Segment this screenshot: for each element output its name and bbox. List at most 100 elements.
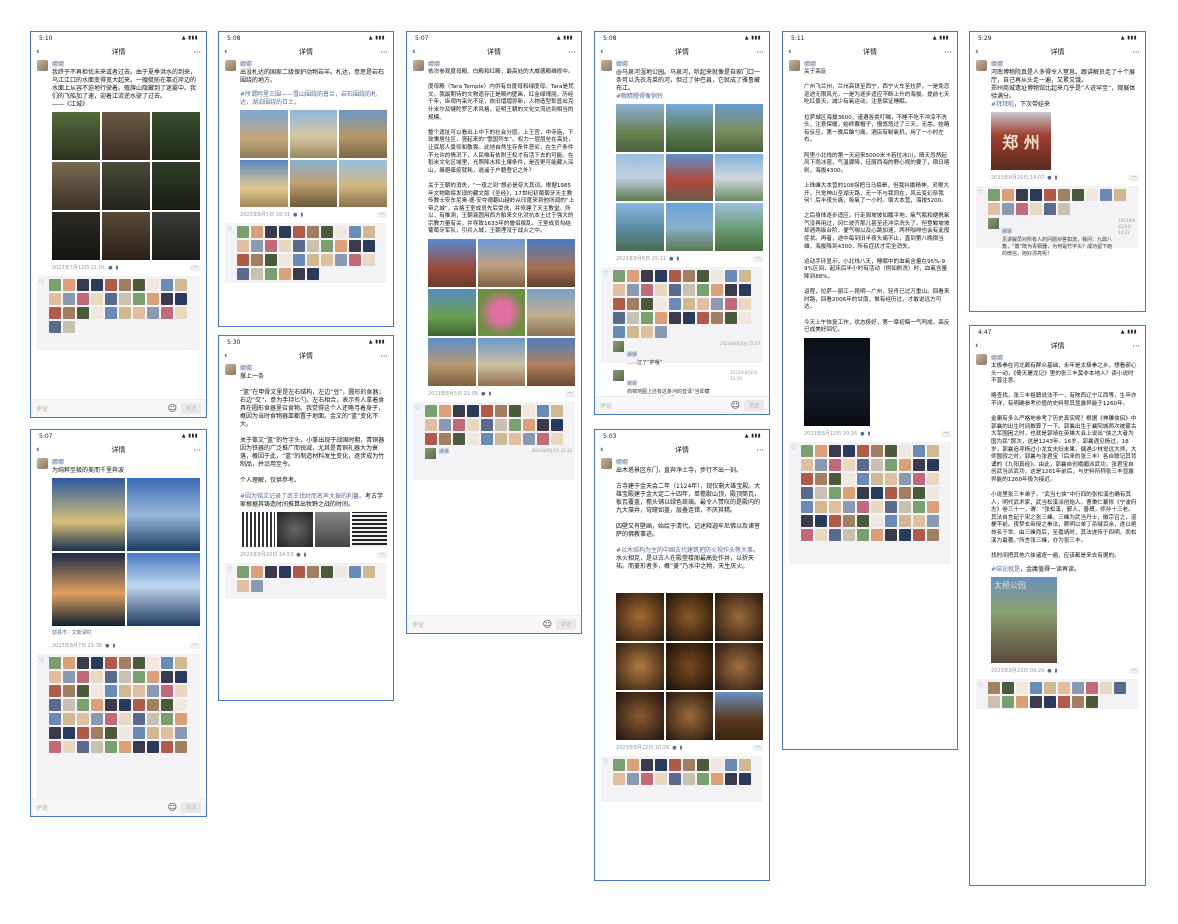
liker-avatar[interactable]	[175, 657, 187, 669]
liker-avatar[interactable]	[453, 405, 465, 418]
liker-avatar[interactable]	[147, 293, 159, 305]
liker-avatar[interactable]	[133, 713, 145, 725]
liker-avatar[interactable]	[829, 472, 841, 485]
liker-avatar[interactable]	[1072, 189, 1084, 201]
liker-avatar[interactable]	[725, 312, 737, 325]
liker-avatar[interactable]	[885, 486, 897, 499]
liker-avatar[interactable]	[641, 773, 653, 786]
action-menu-button[interactable]: ··	[377, 552, 387, 559]
delete-icon[interactable]: ▮	[300, 211, 303, 219]
liker-avatar[interactable]	[63, 671, 75, 683]
liker-avatar[interactable]	[1002, 189, 1014, 201]
liker-avatar[interactable]	[927, 528, 939, 541]
liker-avatar[interactable]	[147, 671, 159, 683]
liker-avatar[interactable]	[77, 713, 89, 725]
liker-avatar[interactable]	[1100, 189, 1112, 201]
emoji-icon[interactable]: ☺	[731, 401, 740, 411]
liker-avatar[interactable]	[697, 284, 709, 297]
liker-avatar[interactable]	[49, 657, 61, 669]
photo[interactable]	[428, 288, 476, 337]
delete-icon[interactable]: ▮	[676, 255, 679, 263]
liker-avatar[interactable]	[1030, 696, 1042, 709]
liker-avatar[interactable]	[683, 298, 695, 311]
hashtag-link[interactable]: #所谓阿里三围——雪山围绕的普兰，岩石围绕的札达，湖泊围绕的日土。	[240, 91, 377, 106]
action-menu-button[interactable]: ··	[1129, 668, 1139, 675]
hashtag-link[interactable]: #结论就是	[991, 566, 1020, 573]
photo[interactable]	[152, 112, 200, 160]
more-icon[interactable]: ···	[376, 48, 388, 57]
liker-avatar[interactable]	[697, 270, 709, 283]
liker-avatar[interactable]	[147, 727, 159, 739]
photo[interactable]	[52, 212, 100, 260]
photo[interactable]	[428, 239, 476, 287]
liker-avatar[interactable]	[251, 580, 263, 593]
liker-avatar[interactable]	[641, 312, 653, 325]
liker-avatar[interactable]	[467, 405, 479, 418]
liker-avatar[interactable]	[627, 759, 639, 772]
liker-avatar[interactable]	[739, 270, 751, 283]
liker-avatar[interactable]	[627, 312, 639, 325]
liker-avatar[interactable]	[335, 240, 347, 253]
liker-avatar[interactable]	[49, 321, 61, 333]
liker-avatar[interactable]	[843, 444, 855, 457]
liker-avatar[interactable]	[91, 727, 103, 739]
emoji-icon[interactable]: ☺	[543, 620, 552, 630]
photo[interactable]	[477, 239, 526, 287]
liker-avatar[interactable]	[119, 279, 131, 291]
liker-avatar[interactable]	[237, 226, 249, 239]
liker-avatar[interactable]	[363, 226, 375, 239]
photo[interactable]	[527, 239, 576, 287]
liker-avatar[interactable]	[77, 279, 89, 291]
liker-avatar[interactable]	[801, 444, 813, 457]
photo[interactable]	[240, 110, 288, 158]
back-icon[interactable]: ‹	[36, 47, 48, 57]
photo[interactable]	[127, 478, 200, 551]
liker-avatar[interactable]	[1072, 682, 1084, 695]
liker-avatar[interactable]	[161, 657, 173, 669]
liker-avatar[interactable]	[537, 433, 549, 446]
liker-avatar[interactable]	[697, 312, 709, 325]
photo[interactable]	[52, 478, 125, 551]
liker-avatar[interactable]	[613, 773, 625, 786]
liker-avatar[interactable]	[913, 514, 925, 527]
action-menu-button[interactable]: ··	[941, 430, 951, 437]
more-icon[interactable]: ···	[1128, 342, 1140, 351]
liker-avatar[interactable]	[91, 713, 103, 725]
hashtag-link[interactable]: #眼睛瞪得像铜铃	[616, 93, 663, 100]
liker-avatar[interactable]	[697, 298, 709, 311]
liker-avatar[interactable]	[119, 685, 131, 697]
action-menu-button[interactable]: ··	[190, 265, 200, 271]
liker-avatar[interactable]	[871, 486, 883, 499]
liker-avatar[interactable]	[927, 458, 939, 471]
liker-avatar[interactable]	[988, 189, 1000, 201]
liker-avatar[interactable]	[105, 713, 117, 725]
liker-avatar[interactable]	[105, 685, 117, 697]
liker-avatar[interactable]	[147, 741, 159, 753]
delete-icon[interactable]: ▮	[868, 430, 871, 438]
hashtag-link[interactable]: #以木结构为主的中国古代建筑把防火视作头等大事。	[616, 547, 759, 554]
avatar[interactable]	[37, 60, 48, 71]
liker-avatar[interactable]	[899, 528, 911, 541]
more-icon[interactable]: ···	[189, 446, 201, 455]
liker-avatar[interactable]	[1114, 682, 1126, 695]
back-icon[interactable]: ‹	[36, 445, 48, 455]
more-icon[interactable]: ···	[1128, 48, 1140, 57]
liker-avatar[interactable]	[119, 741, 131, 753]
liker-avatar[interactable]	[363, 240, 375, 253]
liker-avatar[interactable]	[237, 254, 249, 267]
liker-avatar[interactable]	[349, 254, 361, 267]
liker-avatar[interactable]	[815, 528, 827, 541]
liker-avatar[interactable]	[1030, 203, 1042, 215]
liker-avatar[interactable]	[913, 500, 925, 513]
liker-avatar[interactable]	[251, 566, 263, 579]
liker-avatar[interactable]	[885, 444, 897, 457]
liker-avatar[interactable]	[175, 671, 187, 683]
liker-avatar[interactable]	[63, 307, 75, 319]
photo[interactable]	[715, 642, 764, 691]
liker-avatar[interactable]	[175, 727, 187, 739]
liker-avatar[interactable]	[293, 268, 305, 281]
photo[interactable]	[152, 212, 200, 260]
liker-avatar[interactable]	[105, 727, 117, 739]
liker-avatar[interactable]	[711, 759, 723, 772]
photo[interactable]	[665, 104, 714, 152]
